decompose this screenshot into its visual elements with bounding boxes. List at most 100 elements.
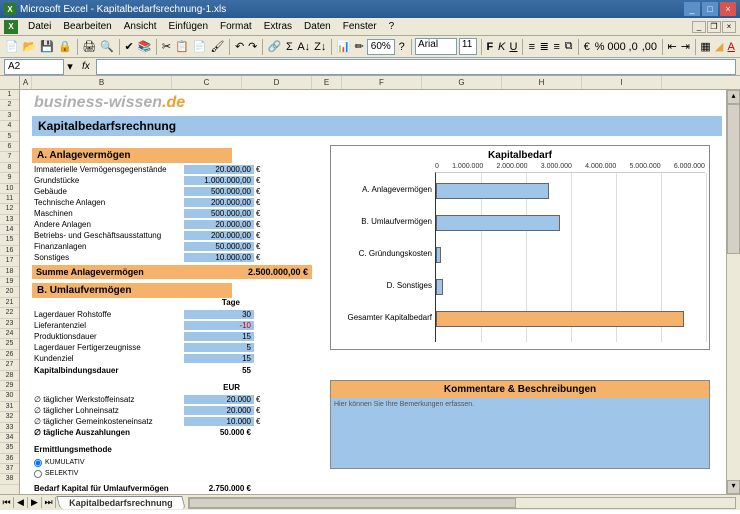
- spelling-icon[interactable]: ✔: [123, 38, 134, 56]
- row-value[interactable]: -10: [184, 321, 254, 330]
- col-header-c[interactable]: C: [172, 76, 242, 89]
- doc-minimize-button[interactable]: _: [692, 21, 706, 33]
- row-header[interactable]: 18: [0, 267, 19, 277]
- row-header[interactable]: 38: [0, 474, 19, 484]
- row-header[interactable]: 26: [0, 350, 19, 360]
- row-value[interactable]: 500.000,00: [184, 187, 254, 196]
- row-header[interactable]: 13: [0, 215, 19, 225]
- row-header[interactable]: 2: [0, 100, 19, 110]
- row-header[interactable]: 30: [0, 391, 19, 401]
- h-scroll-thumb[interactable]: [189, 498, 517, 508]
- format-painter-icon[interactable]: 🖌: [209, 38, 225, 56]
- row-header[interactable]: 7: [0, 152, 19, 162]
- name-box[interactable]: A2: [4, 59, 64, 75]
- row-header[interactable]: 4: [0, 121, 19, 131]
- decrease-decimal-icon[interactable]: ,00: [641, 38, 658, 56]
- open-icon[interactable]: 📂: [22, 38, 38, 56]
- tab-first-button[interactable]: ⏮: [0, 497, 14, 508]
- col-header-h[interactable]: H: [502, 76, 582, 89]
- doc-restore-button[interactable]: ❐: [707, 21, 721, 33]
- row-header[interactable]: 31: [0, 402, 19, 412]
- sort-asc-icon[interactable]: A↓: [296, 38, 311, 56]
- col-header-i[interactable]: I: [582, 76, 662, 89]
- row-header[interactable]: 28: [0, 371, 19, 381]
- radio-input[interactable]: [34, 470, 42, 478]
- menu-datei[interactable]: Datei: [22, 21, 57, 32]
- new-icon[interactable]: 📄: [4, 38, 20, 56]
- radio-option[interactable]: SELEKTIV: [34, 468, 85, 479]
- row-value[interactable]: 200.000,00: [184, 231, 254, 240]
- permission-icon[interactable]: 🔒: [57, 38, 73, 56]
- sort-desc-icon[interactable]: Z↓: [313, 38, 327, 56]
- hyperlink-icon[interactable]: 🔗: [267, 38, 283, 56]
- print-icon[interactable]: 🖨: [81, 38, 97, 56]
- scroll-up-button[interactable]: ▴: [727, 90, 740, 104]
- copy-icon[interactable]: 📋: [174, 38, 190, 56]
- row-value[interactable]: 20.000,00: [184, 165, 254, 174]
- row-header[interactable]: 5: [0, 132, 19, 142]
- menu-einfuegen[interactable]: Einfügen: [163, 21, 214, 32]
- col-header-b[interactable]: B: [32, 76, 172, 89]
- v-scroll-thumb[interactable]: [727, 104, 740, 254]
- row-header[interactable]: 3: [0, 111, 19, 121]
- scroll-down-button[interactable]: ▾: [727, 480, 740, 494]
- row-header[interactable]: 32: [0, 412, 19, 422]
- undo-icon[interactable]: ↶: [234, 38, 245, 56]
- borders-icon[interactable]: ▦: [699, 38, 711, 56]
- radio-option[interactable]: KUMULATIV: [34, 457, 85, 468]
- row-header[interactable]: 6: [0, 142, 19, 152]
- bold-icon[interactable]: F: [485, 38, 495, 56]
- zoom-select[interactable]: 60%: [367, 39, 395, 55]
- row-value[interactable]: 10.000: [184, 417, 254, 426]
- sheet-tab-active[interactable]: Kapitalbedarfsrechnung: [56, 496, 185, 509]
- doc-close-button[interactable]: ×: [722, 21, 736, 33]
- menu-fenster[interactable]: Fenster: [337, 21, 383, 32]
- font-size-select[interactable]: 11: [459, 38, 477, 55]
- align-center-icon[interactable]: ≣: [539, 38, 550, 56]
- close-button[interactable]: ×: [720, 2, 736, 16]
- drawing-icon[interactable]: ✏: [354, 38, 365, 56]
- row-header[interactable]: 1: [0, 90, 19, 100]
- row-value[interactable]: 50.000,00: [184, 242, 254, 251]
- row-header[interactable]: 24: [0, 329, 19, 339]
- row-header[interactable]: 23: [0, 319, 19, 329]
- row-header[interactable]: 12: [0, 204, 19, 214]
- horizontal-scrollbar[interactable]: [188, 497, 736, 509]
- paste-icon[interactable]: 📄: [192, 38, 208, 56]
- menu-extras[interactable]: Extras: [258, 21, 298, 32]
- underline-icon[interactable]: U: [508, 38, 518, 56]
- menu-format[interactable]: Format: [214, 21, 258, 32]
- menu-ansicht[interactable]: Ansicht: [118, 21, 163, 32]
- row-header[interactable]: 19: [0, 277, 19, 287]
- research-icon[interactable]: 📚: [137, 38, 153, 56]
- save-icon[interactable]: 💾: [39, 38, 55, 56]
- align-left-icon[interactable]: ≡: [527, 38, 537, 56]
- font-color-icon[interactable]: A: [726, 38, 736, 56]
- row-header[interactable]: 27: [0, 360, 19, 370]
- row-header[interactable]: 17: [0, 256, 19, 266]
- row-value[interactable]: 15: [184, 332, 254, 341]
- fx-button[interactable]: fx: [76, 61, 96, 72]
- comments-body[interactable]: Hier können Sie Ihre Bemerkungen erfasse…: [331, 398, 709, 468]
- row-header[interactable]: 36: [0, 454, 19, 464]
- row-header[interactable]: 33: [0, 423, 19, 433]
- tab-next-button[interactable]: ▶: [28, 497, 42, 508]
- maximize-button[interactable]: □: [702, 2, 718, 16]
- row-value[interactable]: 10.000,00: [184, 253, 254, 262]
- print-preview-icon[interactable]: 🔍: [99, 38, 115, 56]
- worksheet-cells[interactable]: business-wissen.de Kapitalbedarfsrechnun…: [20, 90, 740, 494]
- fill-color-icon[interactable]: ◢: [714, 38, 724, 56]
- radio-input[interactable]: [34, 459, 42, 467]
- col-header-g[interactable]: G: [422, 76, 502, 89]
- row-value[interactable]: 15: [184, 354, 254, 363]
- help-icon[interactable]: ?: [397, 38, 407, 56]
- formula-input[interactable]: [96, 59, 736, 75]
- col-header-f[interactable]: F: [342, 76, 422, 89]
- row-header[interactable]: 35: [0, 443, 19, 453]
- cut-icon[interactable]: ✂: [161, 38, 172, 56]
- tab-prev-button[interactable]: ◀: [14, 497, 28, 508]
- minimize-button[interactable]: _: [684, 2, 700, 16]
- row-header[interactable]: 14: [0, 225, 19, 235]
- row-header[interactable]: 22: [0, 308, 19, 318]
- percent-icon[interactable]: %: [594, 38, 606, 56]
